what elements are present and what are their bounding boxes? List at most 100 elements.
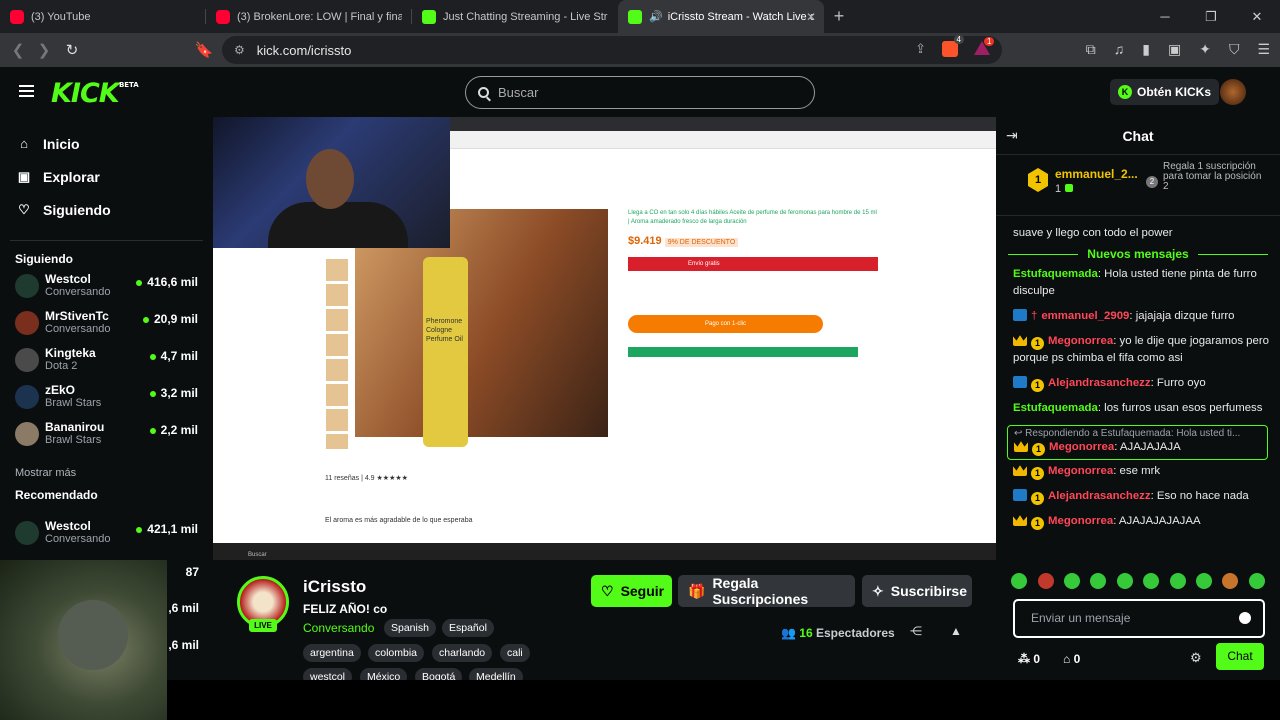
reply-message: ↩ Respondiendo a Estufaquemada: Hola ust… <box>1007 425 1268 460</box>
channel-item[interactable]: zEkO Brawl Stars 3,2 mil <box>0 380 213 417</box>
chat-username[interactable]: Megonorrea <box>1048 335 1113 347</box>
chat-username[interactable]: Estufaquemada <box>1013 268 1098 280</box>
new-tab-button[interactable]: + <box>824 6 854 27</box>
search-input[interactable]: Buscar <box>465 76 815 109</box>
avatar[interactable] <box>1220 79 1246 105</box>
brave-rewards-icon[interactable]: 1 <box>974 37 995 55</box>
tag[interactable]: Spanish <box>384 619 436 637</box>
points-display[interactable]: ⁂ 0 <box>1018 652 1040 666</box>
emote-icon[interactable] <box>1248 573 1265 589</box>
tag[interactable]: Medellín <box>469 668 523 680</box>
site-info-icon[interactable]: ⚙ <box>234 43 245 57</box>
gift-subs-button[interactable]: 🎁 Regala Suscripciones <box>678 575 855 607</box>
browser-tab[interactable]: (3) YouTube <box>0 0 206 33</box>
sidebar-item-inicio[interactable]: ⌂ Inicio <box>0 127 213 160</box>
video-player[interactable]: Pheromone Cologne Perfume Oil Llega a CO… <box>213 117 996 560</box>
tag[interactable]: westcol <box>303 668 353 680</box>
back-icon[interactable]: ❮ <box>5 41 31 59</box>
minimize-icon[interactable]: ─ <box>1142 0 1188 33</box>
chat-text: AJAJAJAJAJAA <box>1118 515 1201 527</box>
send-chat-button[interactable]: Chat <box>1216 643 1264 670</box>
chat-username[interactable]: Estufaquemada <box>1013 402 1098 414</box>
emote-icon[interactable] <box>1011 573 1028 589</box>
new-messages-divider[interactable]: Nuevos mensajes <box>996 242 1280 266</box>
sidebar-item-siguiendo[interactable]: ♡ Siguiendo <box>0 193 213 226</box>
subscribe-button[interactable]: ✧ Suscribirse <box>862 575 972 607</box>
chat-header: ⇥ Chat <box>996 117 1280 155</box>
tag[interactable]: México <box>360 668 408 680</box>
sidebar-icon[interactable]: ▮ <box>1142 41 1150 58</box>
chat-username[interactable]: Megonorrea <box>1049 441 1114 453</box>
stream-category[interactable]: Conversando <box>303 621 374 635</box>
chat-text: Furro oyo <box>1156 377 1206 389</box>
sparkle-icon: ✧ <box>872 582 884 599</box>
kick-logo[interactable]: KICK BETA <box>51 78 139 109</box>
close-window-icon[interactable]: ✕ <box>1234 0 1280 33</box>
share-icon[interactable]: ⋲ <box>910 624 922 638</box>
share-page-icon[interactable]: ⇪ <box>915 41 926 57</box>
close-tab-icon[interactable]: ✕ <box>806 10 816 24</box>
wallet-icon[interactable]: ▣ <box>1168 41 1181 58</box>
emote-icon[interactable] <box>1222 573 1239 589</box>
tag[interactable]: colombia <box>368 644 425 662</box>
tag[interactable]: charlando <box>432 644 493 662</box>
maximize-icon[interactable]: ❐ <box>1188 0 1234 33</box>
tag[interactable]: argentina <box>303 644 361 662</box>
youtube-icon <box>10 9 24 24</box>
stream-title: FELIZ AÑO! co <box>303 602 388 616</box>
vpn-icon[interactable]: ⛉ <box>1229 41 1240 58</box>
browser-tab-active[interactable]: 🔊 iCrissto Stream - Watch Live o ✕ <box>618 0 824 33</box>
reply-context[interactable]: ↩ Respondiendo a Estufaquemada: Hola ust… <box>1014 428 1261 439</box>
avatar <box>15 385 39 409</box>
moderator-badge-icon <box>1013 489 1027 501</box>
chat-settings-icon[interactable]: ⚙ <box>1190 650 1202 666</box>
channel-item[interactable]: Westcol Conversando 421,1 mil <box>0 516 213 553</box>
sidebar-item-explorar[interactable]: ▣ Explorar <box>0 160 213 193</box>
leader-username[interactable]: emmanuel_2... <box>1055 167 1138 181</box>
emote-icon[interactable] <box>1090 573 1107 589</box>
chat-username[interactable]: emmanuel_2909 <box>1041 310 1129 322</box>
brave-shields-icon[interactable]: 4 <box>942 35 964 57</box>
forward-icon[interactable]: ❯ <box>31 41 57 59</box>
follow-button[interactable]: ♡ Seguir <box>591 575 672 607</box>
screenshot-icon[interactable]: ⧉ <box>1086 41 1096 58</box>
media-icon[interactable]: ♫ <box>1114 41 1125 58</box>
emote-icon[interactable] <box>1116 573 1133 589</box>
emote-icon[interactable] <box>1143 573 1160 589</box>
report-icon[interactable]: ▲ <box>950 624 962 638</box>
tag[interactable]: Bogotá <box>415 668 463 680</box>
kicks-display[interactable]: ⌂ 0 <box>1063 652 1080 666</box>
chat-username[interactable]: Megonorrea <box>1048 465 1113 477</box>
chat-username[interactable]: Megonorrea <box>1048 515 1113 527</box>
emote-icon[interactable] <box>1169 573 1186 589</box>
bookmark-icon[interactable]: 🔖 <box>191 41 217 59</box>
emoji-icon[interactable] <box>1239 612 1251 624</box>
channel-item[interactable]: Kingteka Dota 2 4,7 mil <box>0 343 213 380</box>
sub-badge-icon: 1 <box>1031 517 1044 530</box>
hamburger-menu-icon[interactable] <box>19 85 34 97</box>
emote-icon[interactable] <box>1195 573 1212 589</box>
tag[interactable]: cali <box>500 644 530 662</box>
chat-username[interactable]: Alejandrasanchezz <box>1048 490 1151 502</box>
channel-item[interactable]: MrStivenTc Conversando 20,9 mil <box>0 306 213 343</box>
chat-username[interactable]: Alejandrasanchezz <box>1048 377 1151 389</box>
avatar <box>15 274 39 298</box>
browser-tab[interactable]: (3) BrokenLore: LOW | Final y final sec <box>206 0 412 33</box>
emote-icon[interactable] <box>1037 573 1054 589</box>
reload-icon[interactable]: ↻ <box>59 41 85 59</box>
channel-name[interactable]: iCrissto <box>303 577 366 597</box>
channel-item[interactable]: Bananirou Brawl Stars 2,2 mil <box>0 417 213 454</box>
chat-message: 1 Alejandrasanchezz: Eso no hace nada <box>996 488 1280 505</box>
channel-item[interactable]: Westcol Conversando 416,6 mil <box>0 269 213 306</box>
leo-ai-icon[interactable]: ✦ <box>1199 41 1211 58</box>
get-kicks-button[interactable]: K Obtén KICKs <box>1110 79 1220 105</box>
url-bar[interactable]: ⚙ kick.com/icrissto ⇪ 4 1 <box>222 35 1002 64</box>
chat-input[interactable]: Enviar un mensaje <box>1013 599 1265 638</box>
gift-prompt[interactable]: Regala 1 suscripción para tomar la posic… <box>1163 162 1268 192</box>
gift-icon: 2 <box>1146 176 1158 188</box>
menu-icon[interactable]: ☰ <box>1257 41 1270 58</box>
browser-tab[interactable]: Just Chatting Streaming - Live Stream <box>412 0 618 33</box>
show-more-link[interactable]: Mostrar más <box>0 454 213 488</box>
emote-icon[interactable] <box>1063 573 1080 589</box>
tag[interactable]: Español <box>442 619 494 637</box>
